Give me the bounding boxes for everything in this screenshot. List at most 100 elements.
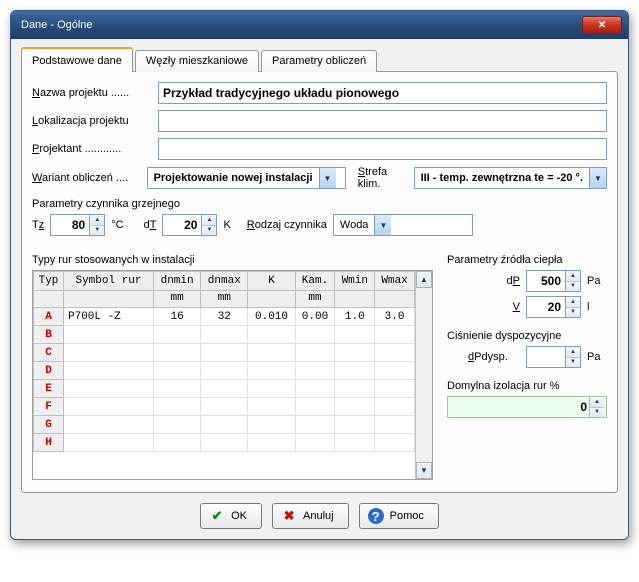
spin-up-icon[interactable]: ▲: [566, 271, 580, 282]
chevron-down-icon[interactable]: ▼: [589, 168, 606, 188]
vertical-scrollbar[interactable]: ▲ ▼: [415, 271, 432, 479]
table-row[interactable]: C: [34, 344, 415, 362]
table-row[interactable]: A P700L -Z 16 32 0.010 0.00 1.0 3.0: [34, 308, 415, 326]
pipes-tbody: A P700L -Z 16 32 0.010 0.00 1.0 3.0 B: [34, 308, 415, 452]
pipes-heading: Typy rur stosowanych w instalacji: [32, 254, 433, 266]
spin-up-icon[interactable]: ▲: [90, 215, 104, 226]
col-wmax[interactable]: Wmax: [375, 272, 415, 291]
col-typ[interactable]: Typ: [34, 272, 64, 291]
climate-combo[interactable]: III - temp. zewnętrzna te = -20 °. ▼: [414, 167, 607, 189]
spin-down-icon[interactable]: ▼: [90, 226, 104, 236]
designer-input[interactable]: [158, 138, 607, 160]
dp-value: 500: [527, 271, 565, 291]
spin-down-icon[interactable]: ▼: [202, 226, 216, 236]
table-row[interactable]: H: [34, 434, 415, 452]
spin-up-icon[interactable]: ▲: [566, 297, 580, 308]
col-dnmax[interactable]: dnmax: [201, 272, 248, 291]
table-row[interactable]: G: [34, 416, 415, 434]
tab-label: Parametry obliczeń: [272, 55, 366, 67]
cell-kam[interactable]: 0.00: [295, 308, 335, 326]
cell-dnmin[interactable]: 16: [154, 308, 201, 326]
designer-label: Projektant ............: [32, 143, 152, 155]
cell-wmax[interactable]: 3.0: [375, 308, 415, 326]
unit-dnmax: mm: [201, 291, 248, 308]
dt-label: dT: [144, 219, 157, 231]
dp-spinner[interactable]: 500 ▲▼: [526, 270, 581, 292]
dpdysp-label: dPdysp.: [468, 351, 520, 363]
button-bar: ✔ OK ✖ Anuluj ? Pomoc: [21, 493, 618, 529]
close-button[interactable]: ✕: [582, 16, 622, 34]
spin-up-icon[interactable]: ▲: [590, 397, 604, 408]
table-row[interactable]: B: [34, 326, 415, 344]
project-name-label: Nazwa projektu ......: [32, 87, 152, 99]
help-icon: ?: [368, 508, 384, 524]
v-spinner[interactable]: 20 ▲▼: [526, 296, 581, 318]
pipes-table-container: Typ Symbol rur dnmin dnmax K Kam. Wmin W…: [32, 270, 433, 480]
spin-down-icon[interactable]: ▼: [566, 282, 580, 292]
disp-heading: Ciśnienie dyspozycyjne: [447, 330, 607, 342]
cancel-icon: ✖: [281, 508, 297, 524]
v-value: 20: [527, 297, 565, 317]
col-symbol[interactable]: Symbol rur: [64, 272, 154, 291]
ok-label: OK: [231, 510, 247, 522]
scroll-up-icon[interactable]: ▲: [416, 271, 432, 288]
cancel-label: Anuluj: [303, 510, 334, 522]
titlebar: Dane - Ogólne ✕: [11, 11, 628, 39]
check-icon: ✔: [209, 508, 225, 524]
tz-unit: °C: [111, 219, 123, 231]
ok-button[interactable]: ✔ OK: [200, 503, 262, 529]
pipes-table[interactable]: Typ Symbol rur dnmin dnmax K Kam. Wmin W…: [33, 271, 415, 452]
tz-label: Tz: [32, 219, 44, 231]
v-unit: l: [587, 301, 607, 313]
insul-value: 0: [580, 400, 589, 414]
medium-combo[interactable]: Woda ▼: [333, 214, 473, 236]
cell-symbol[interactable]: P700L -Z: [64, 308, 154, 326]
location-input[interactable]: [158, 110, 607, 132]
dt-unit: K: [223, 219, 230, 231]
scroll-down-icon[interactable]: ▼: [416, 462, 432, 479]
heating-params-row: Tz 80 ▲▼ °C dT 20 ▲▼ K Rodzaj czynnika W…: [32, 214, 607, 236]
source-heading: Parametry źródła ciepła: [447, 254, 607, 266]
variant-label: Wariant obliczeń ....: [32, 172, 141, 184]
spin-down-icon[interactable]: ▼: [590, 408, 604, 418]
col-k[interactable]: K: [248, 272, 295, 291]
insulation-input[interactable]: 0 ▲▼: [447, 396, 607, 418]
spin-up-icon[interactable]: ▲: [202, 215, 216, 226]
dpdysp-spinner[interactable]: ▲▼: [526, 346, 581, 368]
chevron-down-icon[interactable]: ▼: [374, 215, 391, 235]
dp-label: dP: [472, 275, 520, 287]
spin-down-icon[interactable]: ▼: [566, 308, 580, 318]
insul-heading: Domylna izolacja rur %: [447, 380, 607, 392]
tab-label: Podstawowe dane: [32, 55, 122, 67]
cell-k[interactable]: 0.010: [248, 308, 295, 326]
col-kam[interactable]: Kam.: [295, 272, 335, 291]
cell-wmin[interactable]: 1.0: [335, 308, 375, 326]
location-label: Lokalizacja projektu: [32, 115, 152, 127]
medium-value: Woda: [334, 219, 375, 231]
project-name-input[interactable]: [158, 82, 607, 104]
help-button[interactable]: ? Pomoc: [359, 503, 439, 529]
cancel-button[interactable]: ✖ Anuluj: [272, 503, 349, 529]
table-row[interactable]: E: [34, 380, 415, 398]
dt-value: 20: [163, 215, 201, 235]
tab-housing-nodes[interactable]: Węzły mieszkaniowe: [135, 50, 259, 72]
spin-down-icon[interactable]: ▼: [566, 358, 580, 368]
chevron-down-icon[interactable]: ▼: [319, 168, 336, 188]
col-dnmin[interactable]: dnmin: [154, 272, 201, 291]
spin-up-icon[interactable]: ▲: [566, 347, 580, 358]
dt-spinner[interactable]: 20 ▲▼: [162, 214, 217, 236]
col-wmin[interactable]: Wmin: [335, 272, 375, 291]
cell-dnmax[interactable]: 32: [201, 308, 248, 326]
tab-basic-data[interactable]: Podstawowe dane: [21, 47, 133, 72]
tz-spinner[interactable]: 80 ▲▼: [50, 214, 105, 236]
climate-value: III - temp. zewnętrzna te = -20 °.: [415, 172, 589, 184]
table-row[interactable]: D: [34, 362, 415, 380]
table-row[interactable]: F: [34, 398, 415, 416]
heating-params-heading: Parametry czynnika grzejnego: [32, 198, 607, 210]
dp-unit: Pa: [587, 275, 607, 287]
climate-label: Strefa klim.: [358, 166, 408, 190]
tz-value: 80: [51, 215, 89, 235]
tab-calc-params[interactable]: Parametry obliczeń: [261, 50, 377, 72]
tab-panel: Nazwa projektu ...... Lokalizacja projek…: [21, 71, 618, 493]
variant-combo[interactable]: Projektowanie nowej instalacji ▼: [147, 167, 346, 189]
